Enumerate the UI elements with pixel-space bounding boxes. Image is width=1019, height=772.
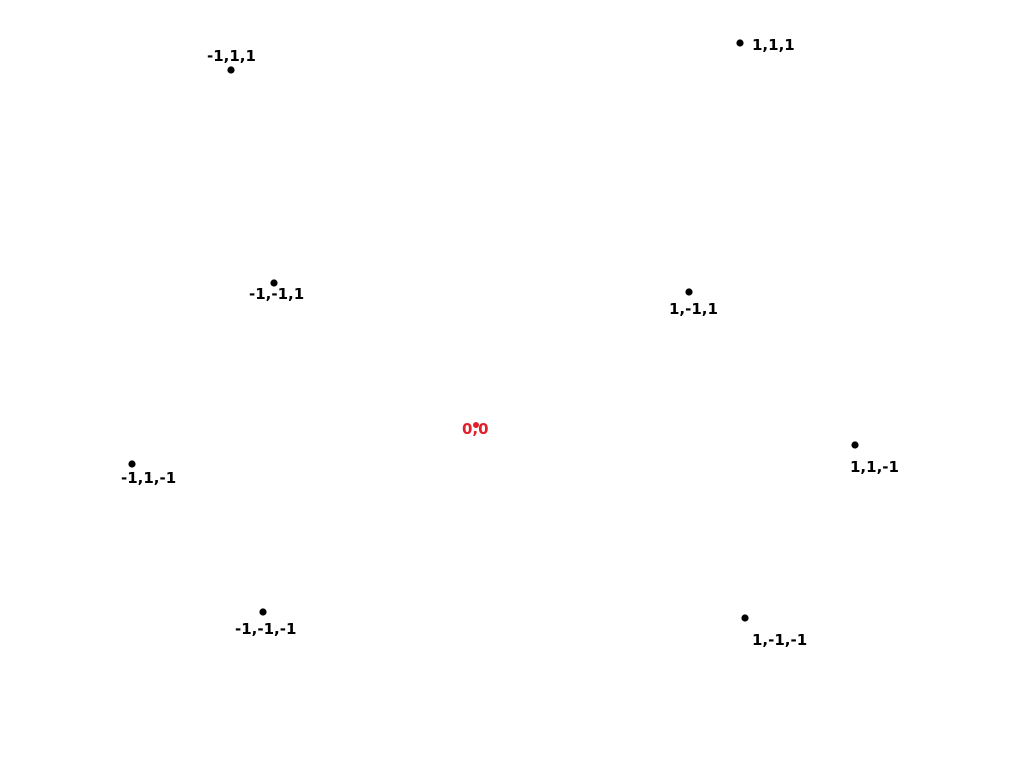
vertex-dot	[741, 614, 749, 622]
vertex-dot	[736, 39, 744, 47]
point-diagram-canvas: -1,1,1 1,1,1 -1,-1,1 1,-1,1 -1,1,-1 1,1,…	[0, 0, 1019, 772]
vertex-dot	[851, 441, 859, 449]
vertex-dot	[227, 66, 235, 74]
vertex-label: 1,-1,-1	[752, 631, 807, 649]
vertex-label: -1,-1,-1	[235, 620, 296, 638]
vertex-label: 1,-1,1	[669, 300, 718, 318]
vertex-dot	[128, 460, 136, 468]
vertex-label: -1,1,-1	[121, 469, 176, 487]
vertex-label: -1,-1,1	[249, 285, 304, 303]
vertex-label: 1,1,1	[752, 36, 795, 54]
origin-dot	[473, 422, 479, 428]
vertex-dot	[259, 608, 267, 616]
vertex-label: 1,1,-1	[850, 458, 899, 476]
vertex-dot	[685, 288, 693, 296]
origin-point: 0,0	[462, 420, 489, 438]
vertex-label: -1,1,1	[207, 47, 256, 65]
canvas-background	[0, 0, 1019, 772]
